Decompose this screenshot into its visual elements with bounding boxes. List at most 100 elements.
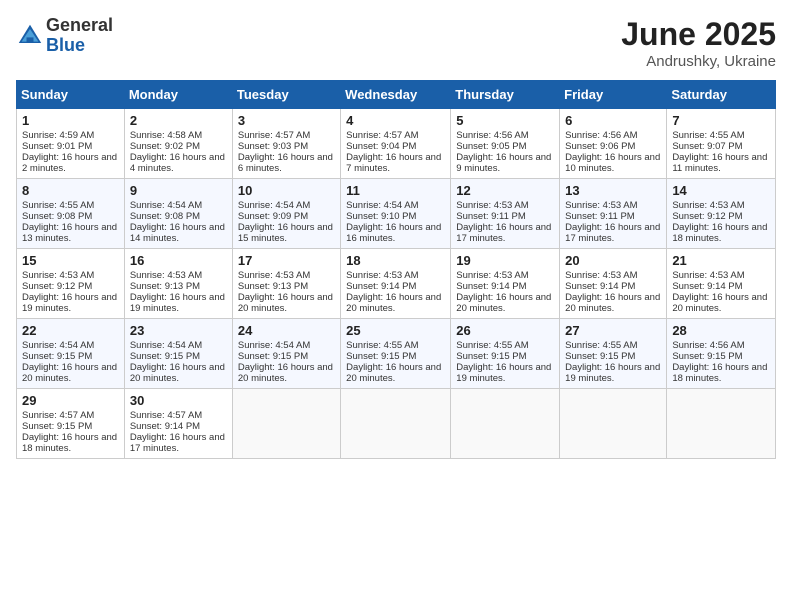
- daylight: Daylight: 16 hours and 16 minutes.: [346, 222, 441, 244]
- sunset: Sunset: 9:13 PM: [130, 281, 200, 292]
- calendar-cell: 24Sunrise: 4:54 AMSunset: 9:15 PMDayligh…: [232, 319, 340, 389]
- day-number: 2: [130, 113, 227, 128]
- calendar-title: June 2025: [621, 16, 776, 53]
- calendar-cell: [341, 389, 451, 459]
- header-wednesday: Wednesday: [341, 81, 451, 109]
- calendar-cell: 26Sunrise: 4:55 AMSunset: 9:15 PMDayligh…: [451, 319, 560, 389]
- calendar-cell: 8Sunrise: 4:55 AMSunset: 9:08 PMDaylight…: [17, 179, 125, 249]
- calendar-row: 1Sunrise: 4:59 AMSunset: 9:01 PMDaylight…: [17, 109, 776, 179]
- header-sunday: Sunday: [17, 81, 125, 109]
- calendar-cell: 23Sunrise: 4:54 AMSunset: 9:15 PMDayligh…: [124, 319, 232, 389]
- day-number: 1: [22, 113, 119, 128]
- calendar-cell: [232, 389, 340, 459]
- calendar-cell: 17Sunrise: 4:53 AMSunset: 9:13 PMDayligh…: [232, 249, 340, 319]
- day-number: 9: [130, 183, 227, 198]
- sunset: Sunset: 9:03 PM: [238, 141, 308, 152]
- sunrise: Sunrise: 4:55 AM: [672, 130, 744, 141]
- day-number: 23: [130, 323, 227, 338]
- calendar-header-row: Sunday Monday Tuesday Wednesday Thursday…: [17, 81, 776, 109]
- sunrise: Sunrise: 4:53 AM: [22, 270, 94, 281]
- sunrise: Sunrise: 4:54 AM: [346, 200, 418, 211]
- sunset: Sunset: 9:04 PM: [346, 141, 416, 152]
- day-number: 17: [238, 253, 335, 268]
- day-number: 3: [238, 113, 335, 128]
- sunset: Sunset: 9:15 PM: [672, 351, 742, 362]
- sunrise: Sunrise: 4:55 AM: [565, 340, 637, 351]
- sunrise: Sunrise: 4:56 AM: [456, 130, 528, 141]
- calendar-row: 15Sunrise: 4:53 AMSunset: 9:12 PMDayligh…: [17, 249, 776, 319]
- daylight: Daylight: 16 hours and 4 minutes.: [130, 152, 225, 174]
- calendar-cell: 29Sunrise: 4:57 AMSunset: 9:15 PMDayligh…: [17, 389, 125, 459]
- sunrise: Sunrise: 4:53 AM: [238, 270, 310, 281]
- daylight: Daylight: 16 hours and 17 minutes.: [456, 222, 551, 244]
- daylight: Daylight: 16 hours and 2 minutes.: [22, 152, 117, 174]
- sunset: Sunset: 9:09 PM: [238, 211, 308, 222]
- daylight: Daylight: 16 hours and 6 minutes.: [238, 152, 333, 174]
- logo-text: General Blue: [46, 16, 113, 56]
- sunrise: Sunrise: 4:55 AM: [22, 200, 94, 211]
- header-tuesday: Tuesday: [232, 81, 340, 109]
- page-header: General Blue June 2025 Andrushky, Ukrain…: [16, 16, 776, 70]
- sunset: Sunset: 9:12 PM: [22, 281, 92, 292]
- calendar-cell: 14Sunrise: 4:53 AMSunset: 9:12 PMDayligh…: [667, 179, 776, 249]
- sunset: Sunset: 9:14 PM: [130, 421, 200, 432]
- sunrise: Sunrise: 4:53 AM: [346, 270, 418, 281]
- calendar-row: 29Sunrise: 4:57 AMSunset: 9:15 PMDayligh…: [17, 389, 776, 459]
- daylight: Daylight: 16 hours and 20 minutes.: [130, 362, 225, 384]
- logo-icon: [16, 22, 44, 50]
- sunrise: Sunrise: 4:53 AM: [565, 200, 637, 211]
- calendar-row: 8Sunrise: 4:55 AMSunset: 9:08 PMDaylight…: [17, 179, 776, 249]
- sunset: Sunset: 9:14 PM: [346, 281, 416, 292]
- sunrise: Sunrise: 4:56 AM: [565, 130, 637, 141]
- day-number: 20: [565, 253, 661, 268]
- day-number: 26: [456, 323, 554, 338]
- calendar-table: Sunday Monday Tuesday Wednesday Thursday…: [16, 80, 776, 459]
- daylight: Daylight: 16 hours and 9 minutes.: [456, 152, 551, 174]
- sunset: Sunset: 9:08 PM: [130, 211, 200, 222]
- calendar-subtitle: Andrushky, Ukraine: [621, 53, 776, 70]
- sunrise: Sunrise: 4:53 AM: [672, 270, 744, 281]
- calendar-cell: 4Sunrise: 4:57 AMSunset: 9:04 PMDaylight…: [341, 109, 451, 179]
- calendar-cell: 1Sunrise: 4:59 AMSunset: 9:01 PMDaylight…: [17, 109, 125, 179]
- sunrise: Sunrise: 4:53 AM: [130, 270, 202, 281]
- daylight: Daylight: 16 hours and 20 minutes.: [346, 362, 441, 384]
- sunset: Sunset: 9:02 PM: [130, 141, 200, 152]
- sunset: Sunset: 9:15 PM: [238, 351, 308, 362]
- calendar-cell: 12Sunrise: 4:53 AMSunset: 9:11 PMDayligh…: [451, 179, 560, 249]
- sunset: Sunset: 9:11 PM: [456, 211, 526, 222]
- header-monday: Monday: [124, 81, 232, 109]
- calendar-row: 22Sunrise: 4:54 AMSunset: 9:15 PMDayligh…: [17, 319, 776, 389]
- day-number: 27: [565, 323, 661, 338]
- sunrise: Sunrise: 4:54 AM: [238, 200, 310, 211]
- calendar-cell: 21Sunrise: 4:53 AMSunset: 9:14 PMDayligh…: [667, 249, 776, 319]
- day-number: 6: [565, 113, 661, 128]
- sunrise: Sunrise: 4:57 AM: [346, 130, 418, 141]
- sunset: Sunset: 9:14 PM: [565, 281, 635, 292]
- daylight: Daylight: 16 hours and 7 minutes.: [346, 152, 441, 174]
- sunrise: Sunrise: 4:54 AM: [238, 340, 310, 351]
- calendar-cell: 11Sunrise: 4:54 AMSunset: 9:10 PMDayligh…: [341, 179, 451, 249]
- calendar-cell: [667, 389, 776, 459]
- calendar-cell: 22Sunrise: 4:54 AMSunset: 9:15 PMDayligh…: [17, 319, 125, 389]
- daylight: Daylight: 16 hours and 17 minutes.: [130, 432, 225, 454]
- daylight: Daylight: 16 hours and 20 minutes.: [565, 292, 660, 314]
- daylight: Daylight: 16 hours and 17 minutes.: [565, 222, 660, 244]
- calendar-cell: 28Sunrise: 4:56 AMSunset: 9:15 PMDayligh…: [667, 319, 776, 389]
- calendar-cell: 16Sunrise: 4:53 AMSunset: 9:13 PMDayligh…: [124, 249, 232, 319]
- sunrise: Sunrise: 4:54 AM: [22, 340, 94, 351]
- daylight: Daylight: 16 hours and 19 minutes.: [456, 362, 551, 384]
- calendar-cell: 6Sunrise: 4:56 AMSunset: 9:06 PMDaylight…: [560, 109, 667, 179]
- title-block: June 2025 Andrushky, Ukraine: [621, 16, 776, 70]
- day-number: 25: [346, 323, 445, 338]
- logo-general: General: [46, 16, 113, 36]
- day-number: 14: [672, 183, 770, 198]
- calendar-cell: 20Sunrise: 4:53 AMSunset: 9:14 PMDayligh…: [560, 249, 667, 319]
- sunset: Sunset: 9:15 PM: [346, 351, 416, 362]
- sunrise: Sunrise: 4:55 AM: [346, 340, 418, 351]
- sunrise: Sunrise: 4:57 AM: [130, 410, 202, 421]
- day-number: 5: [456, 113, 554, 128]
- daylight: Daylight: 16 hours and 20 minutes.: [346, 292, 441, 314]
- day-number: 28: [672, 323, 770, 338]
- daylight: Daylight: 16 hours and 20 minutes.: [238, 292, 333, 314]
- sunset: Sunset: 9:08 PM: [22, 211, 92, 222]
